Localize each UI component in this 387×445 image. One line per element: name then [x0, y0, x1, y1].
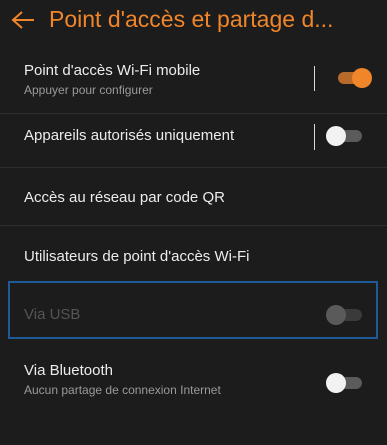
- arrow-left-icon[interactable]: [10, 9, 36, 31]
- allowed-devices-row[interactable]: Appareils autorisés uniquement: [0, 114, 387, 166]
- bluetooth-tethering-toggle[interactable]: [326, 373, 366, 393]
- focus-highlight: [8, 281, 378, 339]
- page-title: Point d'accès et partage d...: [49, 6, 334, 32]
- qr-access-row[interactable]: Accès au réseau par code QR: [0, 168, 387, 224]
- hotspot-users-row[interactable]: Utilisateurs de point d'accès Wi-Fi: [0, 226, 387, 281]
- allowed-devices-toggle[interactable]: [326, 126, 366, 146]
- bluetooth-tethering-row[interactable]: Via Bluetooth Aucun partage de connexion…: [0, 352, 387, 412]
- separator: [314, 66, 315, 91]
- mobile-hotspot-subtitle: Appuyer pour configurer: [24, 83, 153, 97]
- toggle-knob: [326, 126, 346, 146]
- bluetooth-tethering-title: Via Bluetooth: [24, 362, 113, 379]
- allowed-devices-title: Appareils autorisés uniquement: [24, 127, 235, 144]
- toggle-knob: [352, 68, 372, 88]
- mobile-hotspot-row[interactable]: Point d'accès Wi-Fi mobile Appuyer pour …: [0, 52, 387, 112]
- toggle-knob: [326, 373, 346, 393]
- app-bar: Point d'accès et partage d...: [0, 0, 387, 40]
- bluetooth-tethering-subtitle: Aucun partage de connexion Internet: [24, 383, 221, 397]
- separator: [314, 124, 315, 150]
- hotspot-users-title: Utilisateurs de point d'accès Wi-Fi: [24, 248, 250, 265]
- qr-access-title: Accès au réseau par code QR: [24, 189, 225, 206]
- mobile-hotspot-title: Point d'accès Wi-Fi mobile: [24, 62, 201, 79]
- mobile-hotspot-toggle[interactable]: [332, 68, 372, 88]
